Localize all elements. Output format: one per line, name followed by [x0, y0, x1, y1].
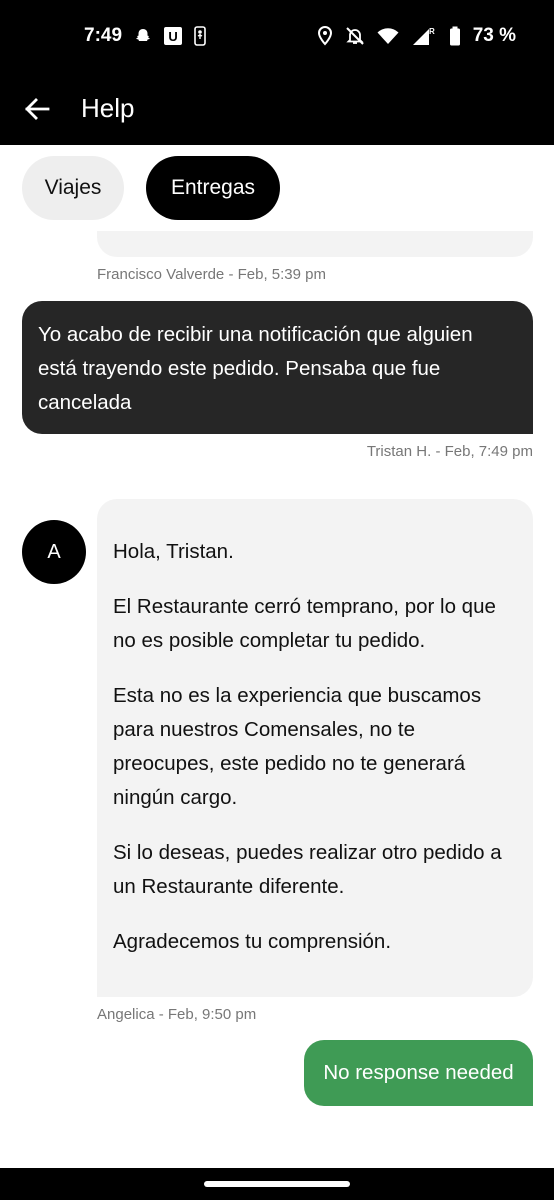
app-bar: Help	[0, 72, 554, 145]
battery-percent: 73 %	[472, 25, 516, 46]
tab-entregas[interactable]: Entregas	[146, 156, 280, 220]
avatar: A	[22, 520, 86, 584]
bell-off-icon	[345, 26, 365, 46]
message-meta: Angelica - Feb, 9:50 pm	[97, 1006, 257, 1023]
wifi-icon	[377, 27, 399, 45]
tab-bar: Viajes Entregas	[0, 145, 554, 231]
status-time: 7:49	[84, 25, 123, 46]
agent-message-bubble: Hola, Tristan. El Restaurante cerró temp…	[97, 499, 533, 997]
message-paragraph: Agradecemos tu comprensión.	[113, 930, 392, 953]
status-right: R 73 %	[317, 25, 516, 47]
message-meta: Francisco Valverde - Feb, 5:39 pm	[97, 266, 326, 283]
message-paragraph: El Restaurante cerró temprano, por lo qu…	[113, 595, 496, 652]
page-title: Help	[81, 93, 135, 123]
system-nav-bar	[0, 1168, 554, 1200]
tab-viajes[interactable]: Viajes	[22, 156, 124, 220]
status-left: 7:49 U	[84, 25, 206, 47]
message-paragraph: Si lo deseas, puedes realizar otro pedid…	[113, 841, 502, 898]
status-bar: 7:49 U R 73 %	[0, 0, 554, 72]
user-message-bubble: Yo acabo de recibir una notificación que…	[22, 301, 533, 434]
message-paragraph: Hola, Tristan.	[113, 540, 234, 563]
snapchat-icon	[134, 27, 152, 45]
arrow-left-icon	[25, 97, 50, 120]
battery-icon	[449, 26, 461, 46]
no-response-needed-button[interactable]: No response needed	[304, 1040, 533, 1106]
message-paragraph: Esta no es la experiencia que buscamos p…	[113, 684, 482, 809]
back-button[interactable]	[0, 72, 74, 145]
u-app-icon: U	[164, 27, 183, 45]
home-indicator[interactable]	[204, 1181, 350, 1187]
message-meta: Tristan H. - Feb, 7:49 pm	[366, 443, 533, 460]
roaming-mark: R	[429, 27, 435, 36]
location-icon	[317, 26, 333, 46]
chat-thread[interactable]: Francisco Valverde - Feb, 5:39 pm Yo aca…	[0, 145, 554, 1168]
nba-icon	[194, 26, 206, 46]
signal-icon: R	[411, 26, 437, 46]
